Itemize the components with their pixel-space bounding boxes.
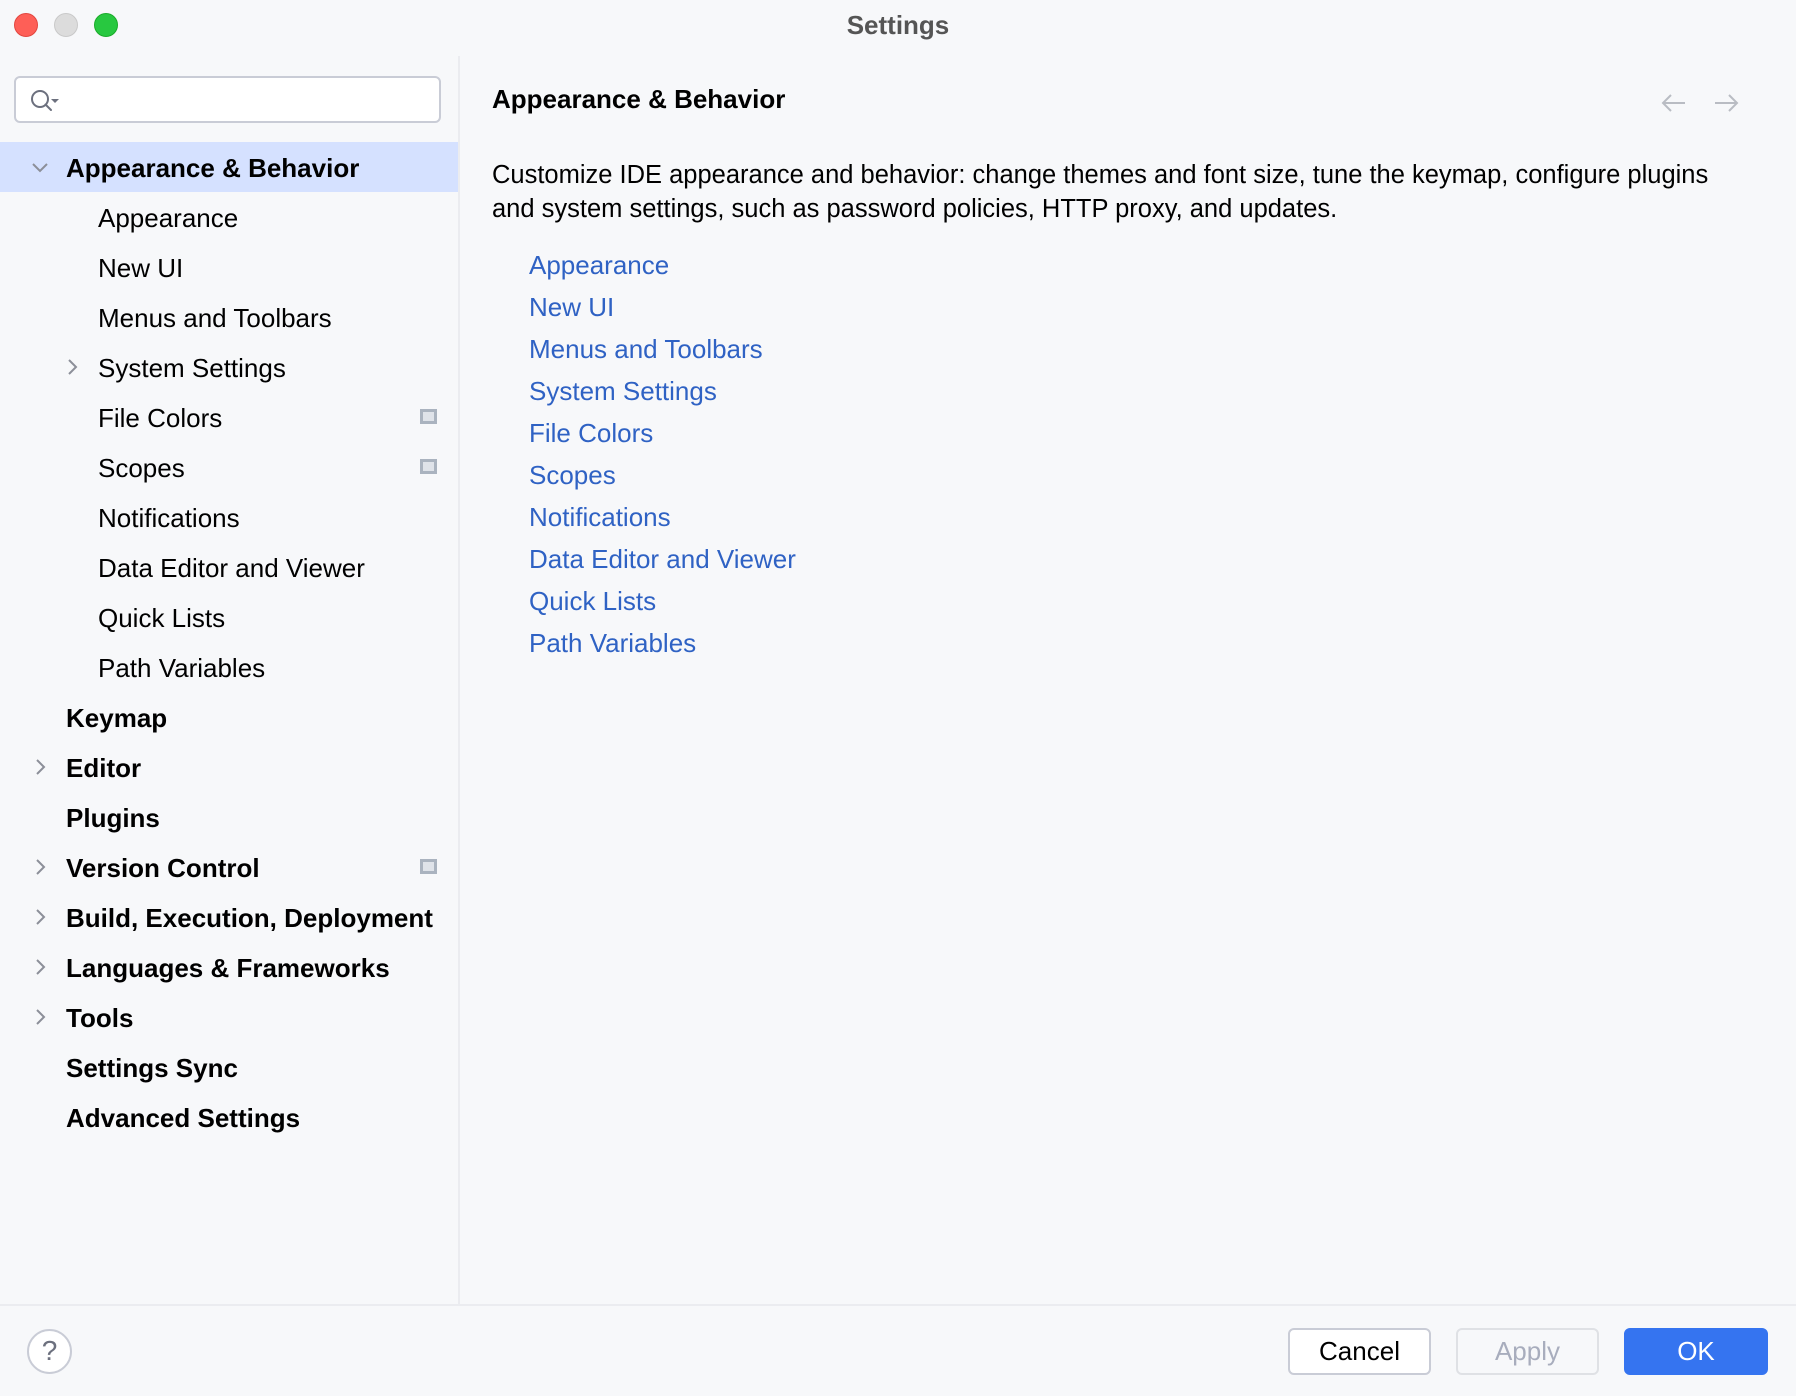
link-file-colors[interactable]: File Colors <box>529 412 796 454</box>
page-title: Appearance & Behavior <box>492 84 786 114</box>
sidebar-item-label: System Settings <box>98 353 286 383</box>
sidebar-item-path-variables[interactable]: Path Variables <box>0 642 458 692</box>
sidebar-item-label: Advanced Settings <box>66 1103 301 1133</box>
sidebar-item-label: Quick Lists <box>98 603 226 633</box>
sidebar-item-advanced-settings[interactable]: Advanced Settings <box>0 1092 458 1142</box>
sidebar-item-label: Appearance & Behavior <box>66 153 360 183</box>
window-title: Settings <box>846 10 950 40</box>
link-system-settings[interactable]: System Settings <box>529 370 796 412</box>
help-button[interactable]: ? <box>27 1329 72 1374</box>
sidebar-item-tools[interactable]: Tools <box>0 992 458 1042</box>
sidebar-item-label: Path Variables <box>98 653 266 683</box>
link-appearance[interactable]: Appearance <box>529 244 796 286</box>
sidebar-item-settings-sync[interactable]: Settings Sync <box>0 1042 458 1092</box>
sidebar-item-label: Languages & Frameworks <box>66 953 390 983</box>
arrow-left-icon[interactable] <box>1660 90 1688 116</box>
arrow-right-icon[interactable] <box>1712 90 1740 116</box>
sidebar-item-label: Plugins <box>66 803 160 833</box>
subpage-links: Appearance New UI Menus and Toolbars System… <box>529 244 796 664</box>
footer-divider <box>0 1304 1796 1306</box>
page-description: Customize IDE appearance and behavior: c… <box>492 161 1709 223</box>
sidebar-item-label: Data Editor and Viewer <box>98 553 365 583</box>
search-input[interactable] <box>68 82 431 120</box>
link-new-ui[interactable]: New UI <box>529 286 796 328</box>
sidebar-item-version-control[interactable]: Version Control <box>0 842 458 892</box>
sidebar-item-label: Appearance <box>98 203 239 233</box>
sidebar-item-plugins[interactable]: Plugins <box>0 792 458 842</box>
sidebar-item-system-settings[interactable]: System Settings <box>0 342 458 392</box>
chevron-right-icon[interactable] <box>30 957 50 977</box>
sidebar-item-menus-and-toolbars[interactable]: Menus and Toolbars <box>0 292 458 342</box>
sidebar-item-label: Version Control <box>66 853 260 883</box>
sidebar-item-label: Scopes <box>98 453 185 483</box>
sidebar-item-label: Editor <box>66 753 142 783</box>
link-path-variables[interactable]: Path Variables <box>529 622 796 664</box>
sidebar-item-data-editor-and-viewer[interactable]: Data Editor and Viewer <box>0 542 458 592</box>
link-scopes[interactable]: Scopes <box>529 454 796 496</box>
settings-search-box[interactable] <box>14 76 441 123</box>
search-icon[interactable] <box>28 87 60 115</box>
settings-tree: Appearance & Behavior Appearance New UI Men… <box>0 142 458 1142</box>
sidebar-item-notifications[interactable]: Notifications <box>0 492 458 542</box>
link-notifications[interactable]: Notifications <box>529 496 796 538</box>
ok-button[interactable]: OK <box>1624 1328 1768 1375</box>
sidebar-item-editor[interactable]: Editor <box>0 742 458 792</box>
settings-content: Appearance & Behavior Customize IDE appe… <box>460 52 1796 1304</box>
settings-dialog: Settings Appearance & Behavior Appearance… <box>0 0 1796 1396</box>
chevron-right-icon[interactable] <box>30 907 50 927</box>
cancel-button[interactable]: Cancel <box>1288 1328 1431 1375</box>
project-level-icon <box>420 409 437 424</box>
sidebar-item-label: Settings Sync <box>66 1053 238 1083</box>
sidebar-item-label: Notifications <box>98 503 240 533</box>
sidebar-item-label: New UI <box>98 253 184 283</box>
link-menus-and-toolbars[interactable]: Menus and Toolbars <box>529 328 796 370</box>
sidebar-item-languages-frameworks[interactable]: Languages & Frameworks <box>0 942 458 992</box>
sidebar-item-file-colors[interactable]: File Colors <box>0 392 458 442</box>
sidebar-item-scopes[interactable]: Scopes <box>0 442 458 492</box>
sidebar-item-label: Menus and Toolbars <box>98 303 332 333</box>
sidebar-item-label: Keymap <box>66 703 168 733</box>
chevron-down-icon[interactable] <box>30 157 50 177</box>
chevron-right-icon[interactable] <box>62 357 82 377</box>
link-data-editor-and-viewer[interactable]: Data Editor and Viewer <box>529 538 796 580</box>
sidebar-item-quick-lists[interactable]: Quick Lists <box>0 592 458 642</box>
sidebar-item-label: File Colors <box>98 403 223 433</box>
sidebar-item-new-ui[interactable]: New UI <box>0 242 458 292</box>
title-bar: Settings <box>0 0 1796 52</box>
sidebar-item-build-execution-deployment[interactable]: Build, Execution, Deployment <box>0 892 458 942</box>
settings-sidebar: Appearance & Behavior Appearance New UI Men… <box>0 52 458 1304</box>
chevron-right-icon[interactable] <box>30 757 50 777</box>
project-level-icon <box>420 859 437 874</box>
sidebar-item-label: Tools <box>66 1003 134 1033</box>
sidebar-item-appearance[interactable]: Appearance <box>0 192 458 242</box>
chevron-right-icon[interactable] <box>30 857 50 877</box>
link-quick-lists[interactable]: Quick Lists <box>529 580 796 622</box>
chevron-right-icon[interactable] <box>30 1007 50 1027</box>
sidebar-item-label: Build, Execution, Deployment <box>66 903 433 933</box>
sidebar-item-keymap[interactable]: Keymap <box>0 692 458 742</box>
apply-button[interactable]: Apply <box>1456 1328 1599 1375</box>
sidebar-item-appearance-behavior[interactable]: Appearance & Behavior <box>0 142 458 192</box>
project-level-icon <box>420 459 437 474</box>
